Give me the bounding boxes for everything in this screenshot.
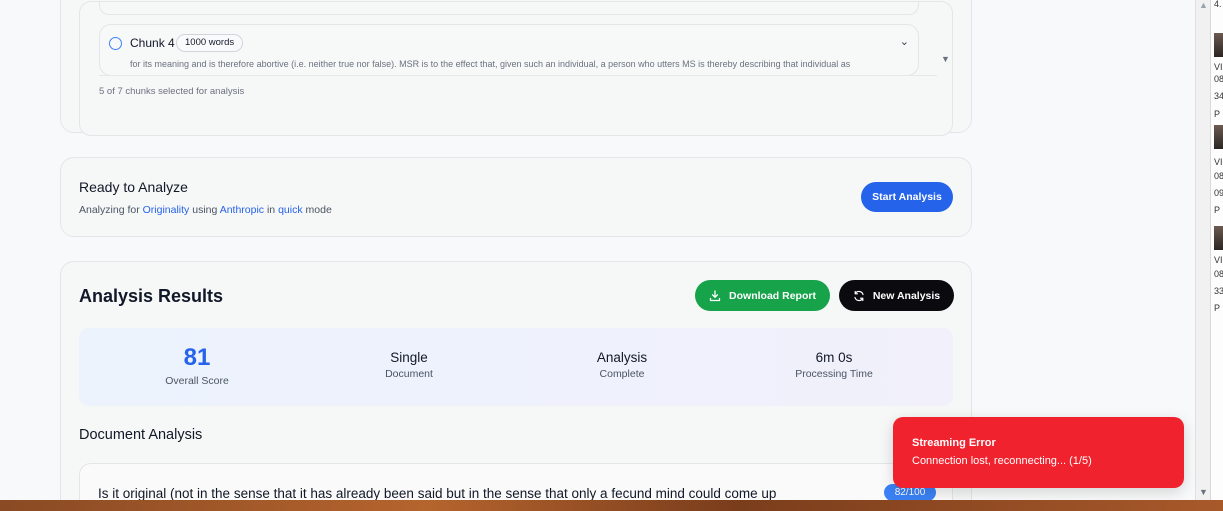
stat-label: Complete (599, 368, 645, 380)
provider: Anthropic (219, 204, 265, 216)
divider (99, 75, 937, 76)
radio-icon[interactable] (109, 37, 122, 50)
download-report-label: Download Report (729, 289, 816, 302)
download-report-button[interactable]: Download Report (695, 280, 830, 311)
ready-card: Ready to Analyze Analyzing for Originali… (60, 157, 972, 237)
ready-in: in (266, 204, 276, 216)
refresh-icon (854, 290, 864, 301)
side-label: 08 (1214, 269, 1223, 279)
side-label: P (1214, 205, 1221, 215)
chevron-down-icon[interactable]: ⌄ (900, 35, 909, 48)
chunk-list: Chunk 4 1000 words ⌄ for its meaning and… (79, 1, 953, 136)
ready-mode-suffix: mode (305, 204, 332, 216)
side-label: VI (1214, 157, 1223, 167)
thumbnail[interactable] (1214, 125, 1223, 149)
document-analysis-item[interactable]: Is it original (not in the sense that it… (79, 463, 953, 500)
stat-analysis: Analysis Complete (512, 328, 732, 380)
stat-document: Single Document (299, 328, 519, 380)
ready-using: using (192, 204, 218, 216)
side-label: P (1214, 303, 1221, 313)
side-label: VI (1214, 255, 1223, 265)
selection-status: 5 of 7 chunks selected for analysis (99, 86, 245, 97)
toast-message: Connection lost, reconnecting... (1/5) (912, 455, 1092, 467)
stat-value: 6m 0s (815, 350, 853, 365)
stat-processing-time: 6m 0s Processing Time (724, 328, 944, 380)
document-analysis-title: Document Analysis (79, 427, 203, 443)
scroll-up-icon[interactable]: ▲ (1199, 0, 1208, 10)
side-label: 09 (1214, 188, 1223, 198)
stat-label: Document (385, 368, 433, 380)
chunk-excerpt: for its meaning and is therefore abortiv… (130, 59, 851, 69)
page: Chunk 4 1000 words ⌄ for its meaning and… (0, 0, 1210, 500)
side-label: 08 (1214, 171, 1223, 181)
page-scrollbar[interactable]: ▲ ▼ (1195, 0, 1210, 500)
new-analysis-button[interactable]: New Analysis (839, 280, 954, 311)
side-label: 33 (1214, 286, 1223, 296)
toast-title: Streaming Error (912, 437, 996, 449)
chunk-title: Chunk 4 (130, 36, 175, 50)
stat-label: Overall Score (165, 375, 229, 387)
ready-title: Ready to Analyze (79, 179, 188, 195)
ready-prefix: Analyzing for (79, 204, 140, 216)
download-icon (709, 289, 721, 301)
start-analysis-button[interactable]: Start Analysis (861, 182, 953, 212)
desktop-strip (0, 500, 1223, 511)
stat-overall-score: 81 Overall Score (87, 328, 307, 387)
thumbnail[interactable] (1214, 33, 1223, 57)
new-analysis-label: New Analysis (872, 289, 941, 302)
side-label: 34 (1214, 91, 1223, 101)
previous-chunk-item[interactable] (99, 2, 919, 15)
side-label: 08 (1214, 74, 1223, 84)
stat-value: 81 (183, 344, 211, 371)
ready-description: Analyzing for Originality using Anthropi… (79, 204, 332, 216)
stat-value: Analysis (596, 350, 648, 365)
list-scroll-down-icon[interactable]: ▼ (941, 54, 950, 64)
stat-label: Processing Time (795, 368, 873, 380)
results-title: Analysis Results (79, 286, 224, 306)
side-panel: 4. VI 08 34 P VI 08 09 P VI 08 33 P (1210, 0, 1223, 500)
thumbnail[interactable] (1214, 226, 1223, 250)
summary-stats: 81 Overall Score Single Document Analysi… (79, 328, 953, 406)
results-card: Analysis Results Download Report New Ana… (60, 261, 972, 500)
side-label: P (1214, 109, 1221, 119)
scroll-down-icon[interactable]: ▼ (1199, 487, 1208, 497)
word-count-badge: 1000 words (176, 34, 244, 52)
stat-value: Single (390, 350, 428, 365)
chunk-item[interactable]: Chunk 4 1000 words ⌄ for its meaning and… (99, 24, 919, 76)
error-toast[interactable]: Streaming Error Connection lost, reconne… (893, 417, 1184, 488)
analysis-type: Originality (142, 204, 190, 216)
document-question: Is it original (not in the sense that it… (98, 486, 777, 500)
side-label: VI (1214, 62, 1223, 72)
mode: quick (278, 204, 303, 216)
side-label: 4. (1214, 0, 1222, 9)
chunk-selection-card: Chunk 4 1000 words ⌄ for its meaning and… (60, 0, 972, 136)
